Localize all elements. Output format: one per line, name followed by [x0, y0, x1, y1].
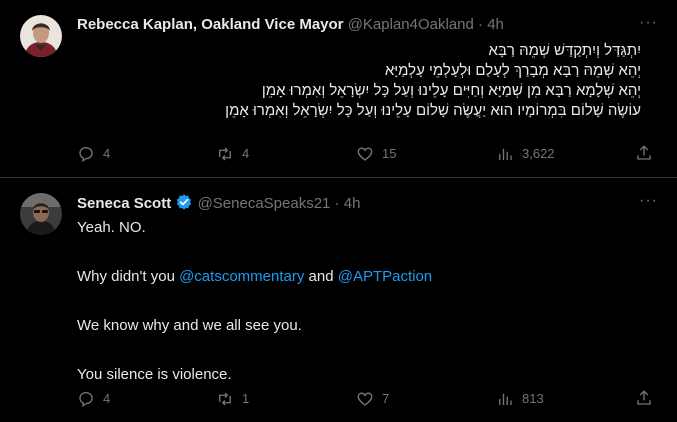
tweet-1[interactable]: Rebecca Kaplan, Oakland Vice Mayor @Kapl…: [0, 0, 677, 176]
text-line: You silence is violence.: [77, 366, 232, 383]
like-count: 15: [382, 146, 397, 161]
author-name[interactable]: Rebecca Kaplan, Oakland Vice Mayor: [77, 16, 344, 33]
mention-catscommentary[interactable]: @catscommentary: [179, 268, 304, 285]
tweet-header: Rebecca Kaplan, Oakland Vice Mayor @Kapl…: [77, 15, 504, 35]
repost-button[interactable]: 1: [216, 389, 249, 409]
views-button[interactable]: 813: [496, 389, 544, 409]
text-line: Why didn't you @catscommentary and @APTP…: [77, 267, 641, 287]
like-button[interactable]: 15: [356, 144, 396, 164]
text-line: Yeah. NO.: [77, 219, 146, 236]
views-icon: [499, 393, 512, 405]
views-icon: [499, 148, 512, 160]
views-button[interactable]: 3,622: [496, 144, 555, 164]
share-button[interactable]: [635, 389, 653, 407]
text-line: We know why and we all see you.: [77, 317, 302, 334]
heart-icon: [357, 147, 373, 161]
action-bar: 4 1 7 813: [77, 389, 660, 409]
share-button[interactable]: [635, 144, 653, 162]
share-icon: [637, 145, 651, 160]
timestamp[interactable]: 4h: [344, 195, 361, 212]
tweet-2[interactable]: Seneca Scott @SenecaSpeaks21 · 4h ··· Ye…: [0, 178, 677, 422]
action-bar: 4 4 15 3,622: [77, 144, 660, 164]
view-count: 3,622: [522, 146, 555, 161]
view-count: 813: [522, 391, 544, 406]
author-handle[interactable]: @Kaplan4Oakland: [348, 16, 474, 33]
avatar-image: [20, 15, 62, 57]
heart-icon: [357, 392, 373, 406]
avatar-rebecca-kaplan[interactable]: [20, 15, 62, 57]
verified-badge-icon[interactable]: [175, 193, 193, 211]
tweet-header: Seneca Scott @SenecaSpeaks21 · 4h: [77, 193, 360, 214]
author-handle[interactable]: @SenecaSpeaks21: [198, 195, 331, 212]
tweet-text: Yeah. NO. Why didn't you @catscommentary…: [77, 218, 641, 385]
repost-count: 4: [242, 146, 250, 161]
reply-icon: [79, 391, 93, 408]
separator-dot: ·: [478, 16, 484, 33]
reply-icon: [79, 146, 93, 163]
author-name[interactable]: Seneca Scott: [77, 195, 171, 212]
repost-icon: [219, 147, 231, 161]
timestamp[interactable]: 4h: [487, 16, 504, 33]
avatar-seneca-scott[interactable]: [20, 193, 62, 235]
repost-count: 1: [242, 391, 250, 406]
avatar-image: [20, 193, 62, 235]
text-line: יְהֵא שְׁמֵהּ רַבָּא מְבָרַךְ לְעָלַם וּ…: [384, 62, 641, 79]
tweet-text: יִתְגַּדַּל וְיִתְקַדַּשׁ שְׁמֵהּ רַבָּא…: [77, 41, 641, 121]
repost-icon: [219, 392, 231, 406]
like-button[interactable]: 7: [356, 389, 389, 409]
text-fragment: Why didn't you: [77, 268, 180, 285]
reply-button[interactable]: 4: [77, 389, 110, 409]
reply-count: 4: [103, 146, 111, 161]
more-options-icon[interactable]: ···: [639, 14, 658, 32]
separator-dot: ·: [334, 195, 340, 212]
more-options-icon[interactable]: ···: [639, 192, 658, 210]
reply-count: 4: [103, 391, 111, 406]
repost-button[interactable]: 4: [216, 144, 249, 164]
text-line: עוֹשֶׂה שָׁלוֹם בִּמְרוֹמָיו הוּא יַעֲשֶ…: [225, 102, 641, 119]
reply-button[interactable]: 4: [77, 144, 110, 164]
share-icon: [637, 390, 651, 405]
like-count: 7: [382, 391, 390, 406]
text-line: יְהֵא שְׁלָמָא רַבָּא מִן שְׁמַיָּא וְחַ…: [261, 82, 641, 99]
mention-aptpaction[interactable]: @APTPaction: [338, 268, 432, 285]
text-line: יִתְגַּדַּל וְיִתְקַדַּשׁ שְׁמֵהּ רַבָּא: [488, 42, 642, 59]
text-fragment: and: [304, 268, 338, 285]
